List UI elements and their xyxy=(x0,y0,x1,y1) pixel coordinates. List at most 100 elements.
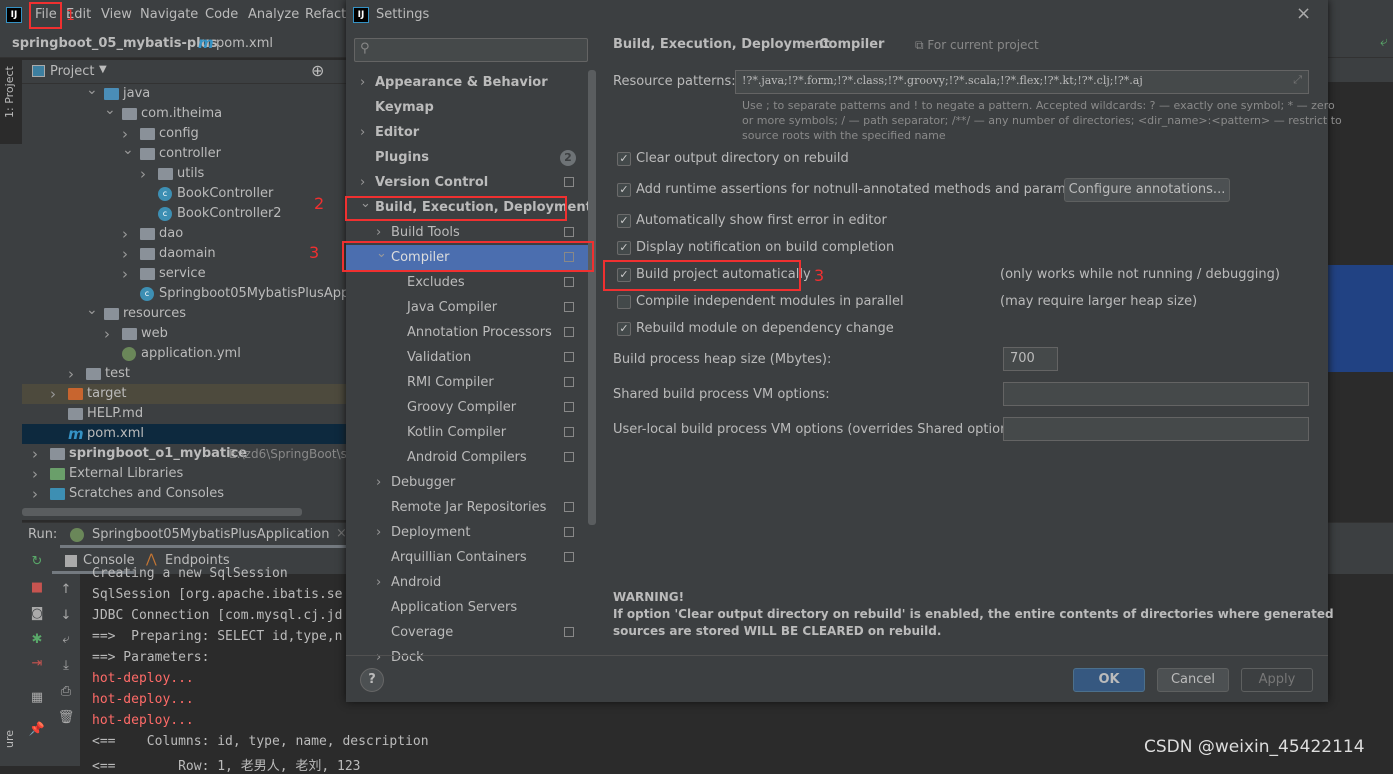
checkbox-label[interactable]: Rebuild module on dependency change xyxy=(636,321,894,336)
settings-nav-item[interactable]: Kotlin Compiler xyxy=(346,420,590,445)
tree-item[interactable]: › config xyxy=(22,124,346,144)
settings-nav-item[interactable]: RMI Compiler xyxy=(346,370,590,395)
chevron-down-icon[interactable]: ⌄ xyxy=(86,80,98,100)
tree-item[interactable]: › daomain xyxy=(22,244,346,264)
chevron-down-icon[interactable]: ⌄ xyxy=(122,140,134,160)
shared-vm-options-input[interactable] xyxy=(1003,382,1309,406)
debug-icon[interactable]: ✱ xyxy=(27,632,47,647)
tree-item[interactable]: HELP.md xyxy=(22,404,346,424)
settings-nav-item[interactable]: › Android xyxy=(346,570,590,595)
chevron-right-icon[interactable]: › xyxy=(376,520,381,545)
settings-nav-item[interactable]: Groovy Compiler xyxy=(346,395,590,420)
tree-item[interactable]: m pom.xml xyxy=(22,424,346,444)
run-tab[interactable]: Springboot05MybatisPlusApplication xyxy=(92,527,329,542)
settings-nav-item[interactable]: › Appearance & Behavior xyxy=(346,70,590,95)
settings-nav-item[interactable]: Excludes xyxy=(346,270,590,295)
cancel-button[interactable]: Cancel xyxy=(1157,668,1229,692)
chevron-right-icon[interactable]: › xyxy=(32,464,38,484)
structure-stripe-button[interactable]: ure xyxy=(3,730,16,748)
tree-item[interactable]: ⌄ com.itheima xyxy=(22,102,346,124)
checkbox[interactable]: ✓ xyxy=(617,152,631,166)
menu-view[interactable]: View xyxy=(101,7,132,22)
menu-navigate[interactable]: Navigate xyxy=(140,7,198,22)
chevron-right-icon[interactable]: › xyxy=(32,484,38,504)
chevron-right-icon[interactable]: › xyxy=(68,364,74,384)
up-arrow-icon[interactable]: ↑ xyxy=(56,582,76,597)
tree-item[interactable]: c Springboot05MybatisPlusApplica xyxy=(22,284,372,304)
project-view-selector[interactable]: Project xyxy=(50,64,94,79)
heap-size-input[interactable]: 700 xyxy=(1003,347,1058,371)
checkbox-label[interactable]: Clear output directory on rebuild xyxy=(636,151,849,166)
settings-nav-item[interactable]: › Deployment xyxy=(346,520,590,545)
tree-item[interactable]: › service xyxy=(22,264,346,284)
chevron-right-icon[interactable]: › xyxy=(32,444,38,464)
settings-nav-item[interactable]: Remote Jar Repositories xyxy=(346,495,590,520)
settings-search-input[interactable]: ⚲ xyxy=(354,38,588,62)
exit-icon[interactable]: ⇥ xyxy=(27,656,47,671)
chevron-right-icon[interactable]: › xyxy=(122,244,128,264)
tree-item[interactable]: › Scratches and Consoles xyxy=(22,484,346,504)
checkbox[interactable]: ✓ xyxy=(617,214,631,228)
chevron-right-icon[interactable]: › xyxy=(122,264,128,284)
settings-nav-item[interactable]: Application Servers xyxy=(346,595,590,620)
ok-button[interactable]: OK xyxy=(1073,668,1145,692)
help-button[interactable]: ? xyxy=(360,668,384,692)
checkbox[interactable]: ✓ xyxy=(617,183,631,197)
camera-icon[interactable]: ◙ xyxy=(27,606,47,621)
build-hammer-icon[interactable]: ⤶ xyxy=(1380,34,1388,50)
apply-button[interactable]: Apply xyxy=(1241,668,1313,692)
chevron-right-icon[interactable]: › xyxy=(50,384,56,404)
scroll-to-end-icon[interactable]: ⤓ xyxy=(56,658,76,673)
tree-item[interactable]: › utils xyxy=(22,164,346,184)
checkbox[interactable]: ✓ xyxy=(617,322,631,336)
tree-item[interactable]: ⌄ resources xyxy=(22,302,346,324)
stop-icon[interactable]: ■ xyxy=(27,580,47,595)
settings-nav-item[interactable]: Annotation Processors xyxy=(346,320,590,345)
tree-item[interactable]: c BookController xyxy=(22,184,346,204)
settings-nav-item[interactable]: › Version Control xyxy=(346,170,590,195)
chevron-right-icon[interactable]: › xyxy=(104,324,110,344)
project-stripe-button[interactable]: 1: Project xyxy=(0,58,22,144)
tree-item[interactable]: › dao xyxy=(22,224,346,244)
tree-item[interactable]: c BookController2 xyxy=(22,204,346,224)
settings-nav-item[interactable]: › Debugger xyxy=(346,470,590,495)
tree-item[interactable]: › External Libraries xyxy=(22,464,346,484)
chevron-right-icon[interactable]: › xyxy=(122,224,128,244)
tree-item[interactable]: application.yml xyxy=(22,344,346,364)
chevron-down-icon[interactable]: ⌄ xyxy=(104,100,116,120)
layout-icon[interactable]: ▦ xyxy=(27,690,47,705)
chevron-right-icon[interactable]: › xyxy=(376,570,381,595)
close-icon[interactable]: × xyxy=(1296,3,1311,24)
settings-nav-item[interactable]: › Editor xyxy=(346,120,590,145)
locate-icon[interactable]: ⊕ xyxy=(311,61,324,80)
menu-analyze[interactable]: Analyze xyxy=(248,7,299,22)
configure-annotations-button[interactable]: Configure annotations... xyxy=(1064,178,1230,202)
user-vm-options-input[interactable] xyxy=(1003,417,1309,441)
tree-item[interactable]: › test xyxy=(22,364,346,384)
chevron-down-icon[interactable]: ⌄ xyxy=(86,300,98,320)
chevron-down-icon[interactable]: ▼ xyxy=(99,64,107,75)
nav-scrollbar[interactable] xyxy=(588,70,596,525)
settings-nav-item[interactable]: Validation xyxy=(346,345,590,370)
checkbox[interactable] xyxy=(617,295,631,309)
settings-nav-item[interactable]: Arquillian Containers xyxy=(346,545,590,570)
tree-item[interactable]: › web xyxy=(22,324,346,344)
horizontal-scrollbar[interactable] xyxy=(22,508,302,516)
pin-icon[interactable]: 📌 xyxy=(27,722,47,737)
chevron-right-icon[interactable]: › xyxy=(140,164,146,184)
chevron-right-icon[interactable]: › xyxy=(360,120,365,145)
soft-wrap-icon[interactable]: ⤶ xyxy=(56,632,76,647)
checkbox[interactable]: ✓ xyxy=(617,241,631,255)
checkbox-label[interactable]: Compile independent modules in parallel xyxy=(636,294,904,309)
breadcrumb-project[interactable]: springboot_05_mybatis-plus xyxy=(12,36,218,51)
trash-icon[interactable]: 🗑 xyxy=(56,710,76,725)
chevron-right-icon[interactable]: › xyxy=(376,470,381,495)
resource-patterns-input[interactable]: !?*.java;!?*.form;!?*.class;!?*.groovy;!… xyxy=(735,70,1309,94)
checkbox-label[interactable]: Display notification on build completion xyxy=(636,240,894,255)
settings-nav-item[interactable]: Plugins 2 xyxy=(346,145,590,170)
settings-nav-item[interactable]: Java Compiler xyxy=(346,295,590,320)
settings-nav-item[interactable]: Android Compilers xyxy=(346,445,590,470)
breadcrumb-file[interactable]: pom.xml xyxy=(216,36,273,51)
rerun-icon[interactable]: ↻ xyxy=(27,554,47,569)
checkbox-label[interactable]: Automatically show first error in editor xyxy=(636,213,887,228)
